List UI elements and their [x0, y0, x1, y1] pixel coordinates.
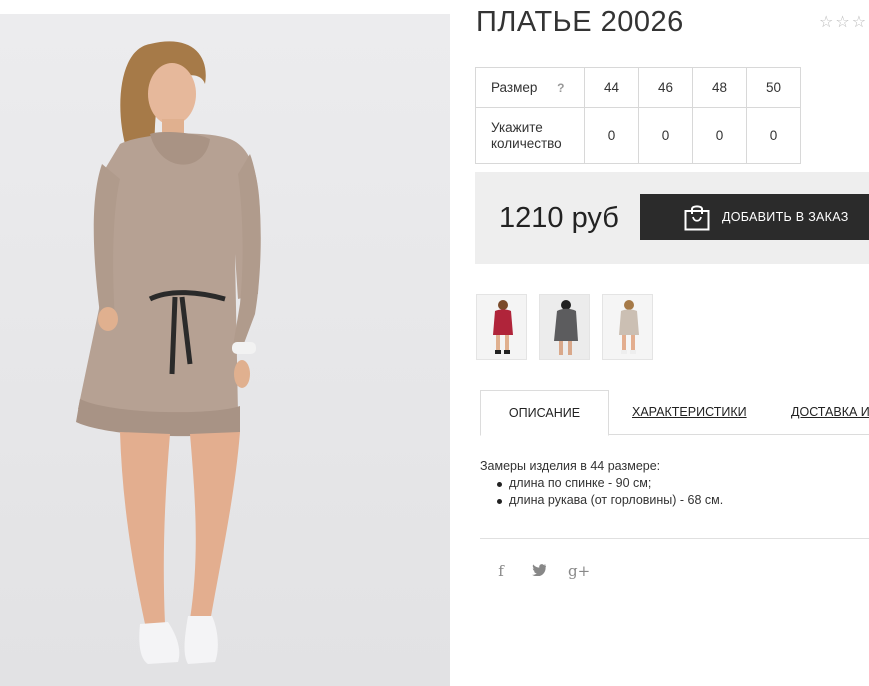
variant-thumbnail-red[interactable] — [476, 294, 527, 360]
facebook-icon[interactable]: f — [492, 562, 510, 580]
description-intro: Замеры изделия в 44 размере: — [480, 459, 661, 473]
color-variants — [476, 294, 653, 360]
size-label-cell: Размер ? — [475, 67, 585, 108]
size-option[interactable]: 50 — [746, 67, 801, 108]
quantity-input[interactable]: 0 — [746, 107, 801, 164]
product-price: 1210 руб — [499, 202, 619, 234]
variant-thumbnail-grey[interactable] — [539, 294, 590, 360]
star-outline-icon[interactable]: ☆ — [852, 15, 866, 31]
twitter-icon[interactable] — [530, 562, 548, 580]
social-share: f g+ — [492, 562, 590, 580]
variant-beige-image — [619, 300, 639, 354]
size-option[interactable]: 48 — [692, 67, 747, 108]
product-title: ПЛАТЬЕ 20026 — [476, 6, 684, 38]
tab-description[interactable]: ОПИСАНИЕ — [480, 390, 609, 436]
quantity-row: Укажите количество 0 0 0 0 — [475, 107, 801, 164]
rating-stars[interactable]: ☆ ☆ ☆ — [819, 15, 866, 31]
divider — [480, 538, 869, 539]
size-table: Размер ? 44 46 48 50 Укажите количество … — [475, 67, 801, 164]
size-option[interactable]: 46 — [638, 67, 693, 108]
help-icon[interactable]: ? — [557, 80, 564, 96]
tab-characteristics[interactable]: ХАРАКТЕРИСТИКИ — [632, 390, 747, 435]
quantity-input[interactable]: 0 — [692, 107, 747, 164]
tab-delivery[interactable]: ДОСТАВКА И — [791, 390, 869, 435]
variant-red-image — [493, 300, 513, 354]
star-outline-icon[interactable]: ☆ — [835, 15, 849, 31]
google-plus-icon[interactable]: g+ — [568, 562, 590, 580]
quantity-input[interactable]: 0 — [584, 107, 639, 164]
size-label: Размер — [491, 79, 538, 95]
price-panel: 1210 руб ДОБАВИТЬ В ЗАКАЗ — [475, 172, 869, 264]
list-item: длина рукава (от горловины) - 68 см. — [497, 492, 723, 509]
product-tabs: ОПИСАНИЕ ХАРАКТЕРИСТИКИ ДОСТАВКА И — [480, 390, 869, 436]
quantity-label: Укажите количество — [475, 107, 585, 164]
list-item: длина по спинке - 90 см; — [497, 475, 723, 492]
description-content: Замеры изделия в 44 размере: длина по сп… — [480, 458, 723, 509]
description-list: длина по спинке - 90 см; длина рукава (о… — [497, 475, 723, 509]
variant-grey-image — [554, 300, 578, 355]
size-option[interactable]: 44 — [584, 67, 639, 108]
add-to-order-button[interactable]: ДОБАВИТЬ В ЗАКАЗ — [640, 194, 869, 240]
star-outline-icon[interactable]: ☆ — [819, 15, 833, 31]
product-main-photo[interactable] — [0, 14, 450, 686]
variant-thumbnail-beige[interactable] — [602, 294, 653, 360]
shopping-bag-icon — [684, 205, 710, 231]
quantity-input[interactable]: 0 — [638, 107, 693, 164]
add-to-order-label: ДОБАВИТЬ В ЗАКАЗ — [722, 210, 849, 224]
size-row: Размер ? 44 46 48 50 — [475, 67, 801, 108]
model-illustration — [76, 41, 261, 664]
